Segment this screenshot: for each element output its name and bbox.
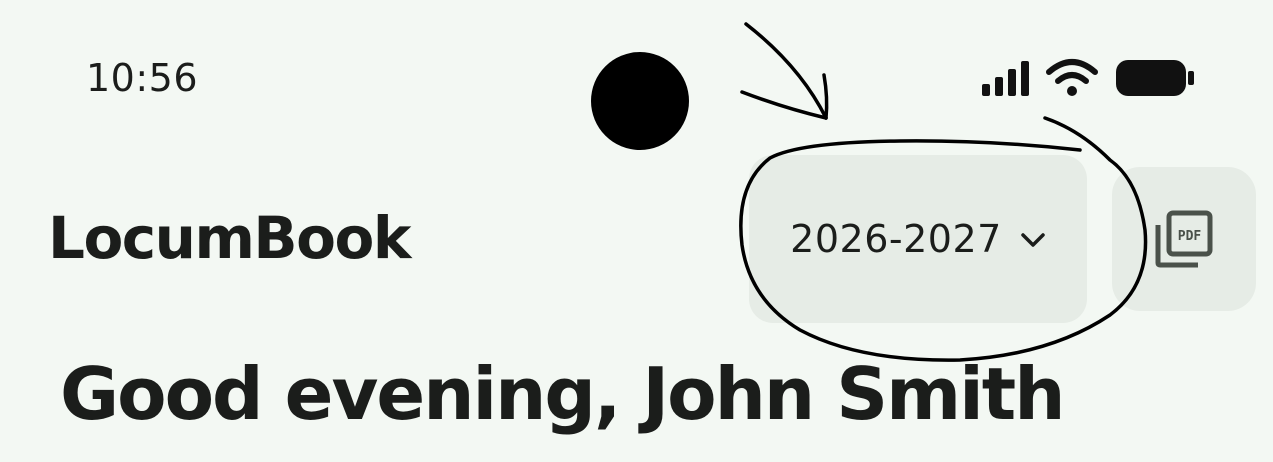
chevron-down-icon — [1021, 233, 1045, 247]
year-selector-button[interactable]: 2026-2027 — [749, 155, 1087, 323]
wifi-icon — [1046, 59, 1098, 96]
status-icons — [980, 56, 1200, 100]
pdf-icon-text: PDF — [1178, 229, 1202, 244]
camera-cutout — [591, 52, 689, 150]
battery-icon — [1116, 60, 1194, 96]
export-pdf-button[interactable]: PDF — [1112, 167, 1256, 311]
year-selector-label: 2026-2027 — [790, 217, 1002, 261]
picture-as-pdf-icon: PDF — [1155, 210, 1213, 268]
app-title: LocumBook — [48, 204, 411, 272]
annotation-arrow — [740, 22, 829, 120]
app-screen: 10:56 LocumBook 2026-2027 PDF Good eveni… — [0, 0, 1273, 462]
greeting-heading: Good evening, John Smith — [60, 352, 1065, 436]
status-time: 10:56 — [86, 56, 199, 100]
signal-icon — [982, 61, 1029, 96]
